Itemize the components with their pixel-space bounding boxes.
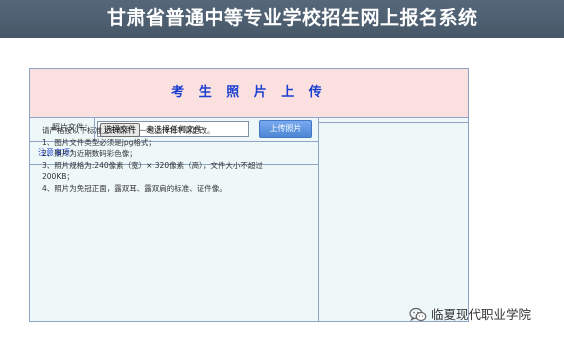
panel-title: 考 生 照 片 上 传 bbox=[171, 85, 327, 100]
side-column bbox=[319, 117, 468, 321]
notice-line: 3、照片规格为:240像素（宽）× 320像素（高），文件大小不超过 bbox=[42, 160, 263, 170]
side-column-strip bbox=[319, 117, 468, 123]
system-title: 甘肃省普通中等专业学校招生网上报名系统 bbox=[107, 7, 478, 29]
notice-line: 2、照片为近期数码彩色像； bbox=[42, 149, 137, 158]
photo-upload-panel: 考 生 照 片 上 传 照片文件： 选择文件 未选择任何文件 上传照片 注意事项… bbox=[29, 68, 469, 322]
notice-line: 请严格按以下标准上传照片，一经上传将不得更改。 bbox=[42, 126, 215, 135]
panel-header: 考 生 照 片 上 传 bbox=[30, 69, 468, 118]
notice-line: 200KB； bbox=[42, 172, 74, 181]
wechat-icon bbox=[409, 307, 427, 322]
notice-line: 4、照片为免冠正面，露双耳、露双肩的标准、证件像。 bbox=[42, 183, 227, 193]
top-banner: 甘肃省普通中等专业学校招生网上报名系统 bbox=[0, 0, 564, 38]
watermark-text: 临夏现代职业学院 bbox=[431, 307, 532, 322]
notice-line: 1、图片文件类型必须是jpg格式； bbox=[42, 137, 156, 147]
notice-body: 请严格按以下标准上传照片，一经上传将不得更改。 1、图片文件类型必须是jpg格式… bbox=[42, 125, 312, 194]
